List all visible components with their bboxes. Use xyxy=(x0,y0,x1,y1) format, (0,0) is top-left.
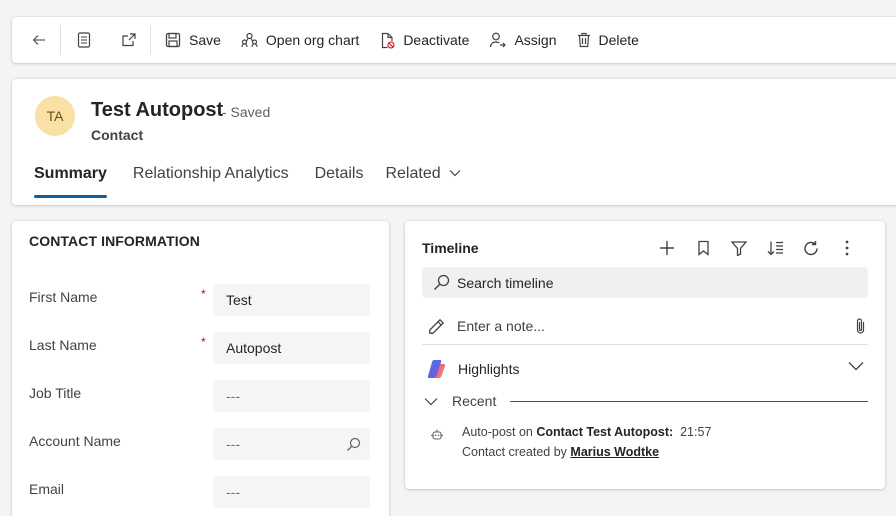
email-label: Email xyxy=(29,481,65,497)
more-options-button[interactable] xyxy=(829,236,865,260)
first-name-field[interactable]: Test xyxy=(213,284,370,316)
note-placeholder: Enter a note... xyxy=(457,318,545,334)
back-button[interactable] xyxy=(22,23,56,57)
tab-related-label: Related xyxy=(385,165,441,182)
tab-relationship-analytics-label: Relationship Analytics xyxy=(132,165,289,182)
back-arrow-icon xyxy=(32,35,45,45)
job-title-field[interactable]: --- xyxy=(213,380,370,412)
chevron-down-icon xyxy=(449,170,461,177)
timeline-search-input[interactable]: Search timeline xyxy=(422,267,868,298)
save-button[interactable]: Save xyxy=(155,23,231,57)
form-icon xyxy=(77,32,91,48)
delete-button[interactable]: Delete xyxy=(567,23,649,57)
divider xyxy=(422,344,868,345)
account-name-value: --- xyxy=(226,436,240,452)
record-header: TA Test Autopost - Saved Contact Summary… xyxy=(12,79,896,205)
sort-icon xyxy=(767,241,783,256)
email-field[interactable]: --- xyxy=(213,476,370,508)
tab-relationship-analytics[interactable]: Relationship Analytics xyxy=(133,163,289,199)
more-vertical-icon xyxy=(845,240,849,256)
sort-button[interactable] xyxy=(757,236,793,260)
separator xyxy=(60,25,61,55)
tab-details[interactable]: Details xyxy=(315,163,364,199)
last-name-label: Last Name xyxy=(29,337,97,353)
account-name-label: Account Name xyxy=(29,433,121,449)
job-title-label: Job Title xyxy=(29,385,82,401)
form-view-button[interactable] xyxy=(67,23,101,57)
tab-summary[interactable]: Summary xyxy=(34,163,107,199)
author-link[interactable]: Marius Wodtke xyxy=(570,445,659,459)
open-new-window-icon xyxy=(122,33,136,47)
highlights-header[interactable]: Highlights xyxy=(422,356,868,382)
timeline-panel: Timeline Search timeline Enter a note... xyxy=(405,221,885,489)
timeline-item-title: Auto-post on Contact Test Autopost: 21:5… xyxy=(462,425,711,439)
delete-label: Delete xyxy=(598,32,639,48)
save-icon xyxy=(165,32,181,48)
timeline-item-prefix: Auto-post on xyxy=(462,425,537,439)
copilot-icon xyxy=(427,360,446,378)
add-button[interactable] xyxy=(649,236,685,260)
autopost-icon xyxy=(431,429,443,440)
last-name-field[interactable]: Autopost xyxy=(213,332,370,364)
trash-icon xyxy=(577,32,590,48)
tab-list: Summary Relationship Analytics Details R… xyxy=(34,163,487,199)
note-input[interactable]: Enter a note... xyxy=(422,309,868,343)
contact-information-section: CONTACT INFORMATION First Name * Test La… xyxy=(12,221,389,516)
timeline-search-placeholder: Search timeline xyxy=(457,274,554,291)
required-marker: * xyxy=(201,287,206,301)
command-bar: Save Open org chart Deactivate Assign De… xyxy=(12,17,896,63)
timeline-toolbar xyxy=(649,236,865,260)
deactivate-icon xyxy=(382,32,395,49)
timeline-item-time: 21:57 xyxy=(680,425,712,439)
org-chart-icon xyxy=(241,32,258,48)
bookmark-icon xyxy=(697,240,709,256)
recent-group-header[interactable]: Recent xyxy=(422,391,868,411)
assign-label: Assign xyxy=(514,32,557,48)
record-title: Test Autopost xyxy=(91,99,224,121)
first-name-label: First Name xyxy=(29,289,98,305)
plus-icon xyxy=(660,241,674,255)
record-entity-type: Contact xyxy=(91,127,144,143)
tab-related[interactable]: Related xyxy=(385,163,461,199)
timeline-title: Timeline xyxy=(422,240,479,256)
search-icon[interactable] xyxy=(346,437,361,452)
assign-button[interactable]: Assign xyxy=(479,23,566,57)
tab-details-label: Details xyxy=(314,165,364,182)
filter-button[interactable] xyxy=(721,236,757,260)
highlights-label: Highlights xyxy=(458,361,520,377)
open-org-chart-button[interactable]: Open org chart xyxy=(231,23,369,57)
refresh-icon xyxy=(803,240,818,255)
required-marker: * xyxy=(201,335,206,349)
pencil-icon xyxy=(429,318,445,334)
record-save-status: - Saved xyxy=(222,104,271,120)
refresh-button[interactable] xyxy=(793,236,829,260)
tab-summary-label: Summary xyxy=(34,165,107,182)
assign-person-icon xyxy=(490,32,507,48)
open-new-window-button[interactable] xyxy=(112,23,146,57)
timeline-item-description: Contact created by Marius Wodtke xyxy=(462,445,659,459)
save-label: Save xyxy=(189,32,221,48)
recent-label: Recent xyxy=(452,393,497,409)
deactivate-button[interactable]: Deactivate xyxy=(369,23,479,57)
search-icon xyxy=(434,274,450,290)
separator xyxy=(150,25,151,55)
avatar: TA xyxy=(35,96,75,136)
recent-divider xyxy=(510,400,868,402)
chevron-down-icon xyxy=(424,397,438,405)
timeline-item-desc-prefix: Contact created by xyxy=(462,445,571,459)
chevron-down-icon xyxy=(848,362,864,371)
open-org-chart-label: Open org chart xyxy=(265,32,360,48)
timeline-item-subject: Contact Test Autopost: xyxy=(536,425,674,439)
deactivate-label: Deactivate xyxy=(403,32,470,48)
section-title: CONTACT INFORMATION xyxy=(29,233,200,249)
bookmark-button[interactable] xyxy=(685,236,721,260)
filter-icon xyxy=(731,241,747,256)
account-name-field[interactable]: --- xyxy=(213,428,370,460)
paperclip-icon[interactable] xyxy=(855,317,866,335)
